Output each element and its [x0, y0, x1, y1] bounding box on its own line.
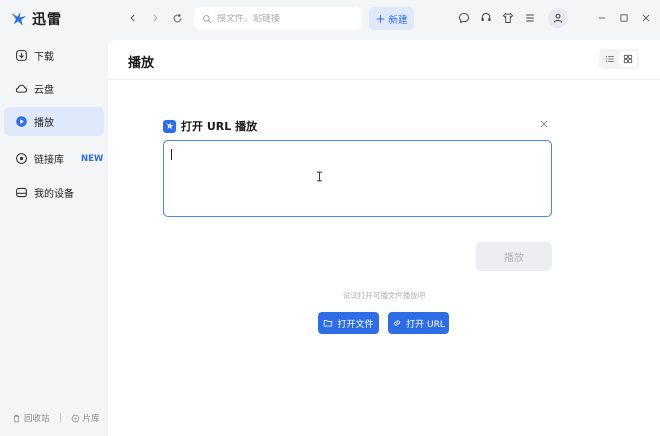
download-icon — [14, 49, 28, 63]
thunder-bird-icon — [11, 12, 27, 26]
new-task-label: 新建 — [388, 14, 408, 26]
play-icon — [14, 115, 28, 129]
forward-button[interactable] — [147, 10, 163, 26]
refresh-button[interactable] — [169, 10, 185, 26]
film-library-link[interactable]: 片库 — [71, 412, 100, 424]
minimize-icon — [598, 17, 606, 19]
close-window-button[interactable] — [638, 10, 654, 26]
header-divider — [108, 79, 660, 80]
menu-button[interactable] — [523, 11, 537, 25]
chat-bubble-icon — [459, 13, 469, 24]
list-view-button[interactable] — [601, 51, 619, 67]
support-button[interactable] — [479, 11, 493, 25]
plus-icon: + — [375, 11, 386, 26]
app-name: 迅雷 — [32, 12, 62, 28]
new-task-button[interactable]: + 新建 — [369, 7, 414, 30]
refresh-icon — [173, 13, 181, 22]
search-input[interactable] — [217, 13, 347, 24]
hamburger-menu-icon — [526, 14, 534, 22]
back-button[interactable] — [125, 10, 141, 26]
search-icon — [203, 14, 212, 23]
shirt-icon — [502, 12, 514, 23]
sidebar-item-label: 下载 — [34, 52, 54, 63]
sidebar-item-label: 云盘 — [34, 85, 54, 96]
text-caret — [171, 149, 172, 160]
title-bar: 迅雷 + 新建 — [0, 0, 660, 38]
sidebar-item-link-library[interactable]: 链接库 NEW — [4, 144, 104, 173]
open-file-label: 打开文件 — [337, 319, 374, 330]
chevron-right-icon — [153, 14, 158, 22]
link-library-icon — [14, 152, 28, 166]
link-icon — [394, 320, 401, 326]
page-title: 播放 — [128, 56, 155, 71]
open-file-button[interactable]: 打开文件 — [318, 312, 379, 334]
ibeam-cursor-icon — [316, 171, 324, 183]
play-url-button[interactable]: 播放 — [476, 242, 552, 271]
cloud-icon — [14, 82, 28, 96]
new-badge: NEW — [81, 153, 104, 164]
sidebar-item-download[interactable]: 下载 — [4, 41, 104, 70]
trash-icon — [13, 414, 20, 422]
user-icon — [553, 13, 563, 23]
thunder-logo-icon — [163, 119, 176, 133]
chevron-left-icon — [130, 14, 135, 22]
sidebar: 下载 云盘 播放 链接库 NEW 我的设备 回收站 片库 — [0, 38, 108, 436]
maximize-icon — [620, 14, 628, 22]
device-icon — [14, 186, 28, 200]
headset-icon — [481, 13, 491, 21]
search-bar[interactable] — [194, 7, 362, 30]
folder-icon — [324, 320, 333, 327]
skin-button[interactable] — [501, 11, 515, 25]
sidebar-item-cloud[interactable]: 云盘 — [4, 74, 104, 103]
app-logo: 迅雷 — [10, 9, 62, 29]
sidebar-footer: 回收站 片库 — [12, 412, 100, 424]
recycle-bin-label: 回收站 — [24, 414, 50, 424]
recycle-bin-link[interactable]: 回收站 — [12, 412, 50, 424]
open-url-label: 打开 URL — [406, 319, 445, 330]
hint-text: 试试打开可播文件播放吧 — [342, 291, 426, 300]
user-avatar[interactable] — [548, 8, 568, 28]
grid-view-button[interactable] — [619, 51, 637, 67]
close-icon — [642, 14, 650, 22]
maximize-button[interactable] — [616, 10, 632, 26]
sidebar-item-label: 播放 — [34, 118, 54, 129]
url-dialog-title: 打开 URL 播放 — [163, 118, 257, 134]
sidebar-item-my-devices[interactable]: 我的设备 — [4, 178, 104, 207]
film-library-label: 片库 — [82, 414, 100, 424]
message-button[interactable] — [457, 11, 471, 25]
film-library-icon — [71, 414, 79, 422]
footer-divider — [59, 413, 61, 423]
sidebar-item-label: 链接库 — [34, 155, 64, 166]
close-icon — [540, 120, 548, 128]
url-dialog-title-text: 打开 URL 播放 — [181, 120, 258, 133]
list-view-icon — [606, 55, 614, 63]
minimize-button[interactable] — [594, 10, 610, 26]
url-input[interactable] — [163, 140, 552, 217]
sidebar-item-label: 我的设备 — [34, 189, 74, 200]
close-dialog-button[interactable] — [537, 117, 551, 131]
main-panel: 播放 打开 URL 播放 播放 试试打开可播文件播放吧 打开文件 打开 URL — [108, 40, 660, 436]
sidebar-item-play[interactable]: 播放 — [4, 107, 104, 136]
view-toggle — [599, 49, 639, 69]
grid-view-icon — [623, 54, 633, 64]
open-url-button[interactable]: 打开 URL — [388, 312, 449, 334]
app-window: 迅雷 + 新建 — [0, 0, 660, 436]
